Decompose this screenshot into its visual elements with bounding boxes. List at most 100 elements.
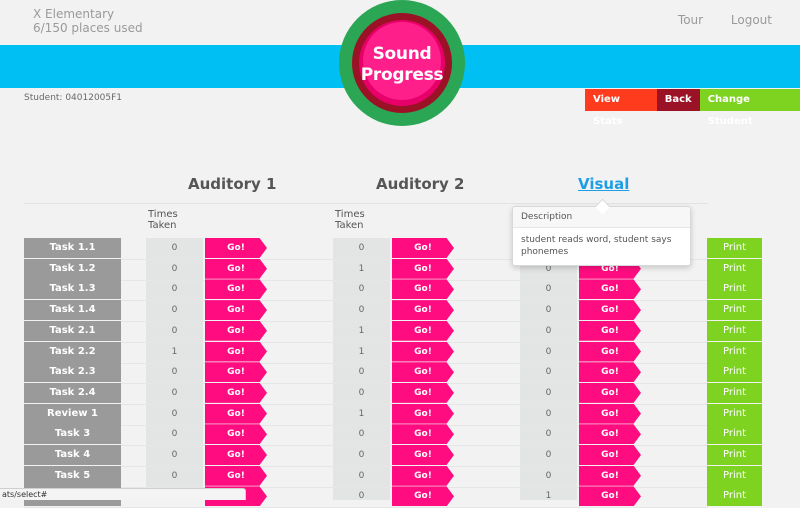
description-popover: Description student reads word, student … <box>512 198 691 266</box>
school-name: X Elementary <box>33 7 115 21</box>
go-button-visual[interactable]: Go! <box>579 382 641 403</box>
go-button-auditory1[interactable]: Go! <box>205 403 267 424</box>
go-button-visual[interactable]: Go! <box>579 486 641 507</box>
times-taken-auditory1: 0 <box>171 284 178 295</box>
tour-link[interactable]: Tour <box>678 13 703 27</box>
go-button-auditory1[interactable]: Go! <box>205 320 267 341</box>
action-buttons: View Stats Back Change Student <box>585 89 800 127</box>
go-button-visual[interactable]: Go! <box>579 445 641 465</box>
times-taken-visual: 0 <box>545 387 552 398</box>
go-button-auditory2[interactable]: Go! <box>392 238 454 258</box>
print-button[interactable]: Print <box>707 424 762 445</box>
times-taken-auditory2: 0 <box>358 450 365 460</box>
section-title-auditory2: Auditory 2 <box>376 175 465 193</box>
go-button-auditory2[interactable]: Go! <box>392 258 454 279</box>
section-title-auditory1: Auditory 1 <box>188 175 277 193</box>
times-taken-header-auditory2: Times Taken <box>335 209 365 231</box>
top-nav: Tour Logout <box>654 13 772 27</box>
task-button[interactable]: Task 1.3 <box>24 279 121 300</box>
view-stats-button[interactable]: View Stats <box>585 89 657 127</box>
go-button-auditory2[interactable]: Go! <box>392 445 454 465</box>
task-button[interactable]: Task 1.2 <box>24 258 121 279</box>
task-button[interactable]: Task 1.4 <box>24 300 121 321</box>
go-button-auditory1[interactable]: Go! <box>205 279 267 300</box>
go-button-auditory1[interactable]: Go! <box>205 258 267 279</box>
times-taken-auditory2: 1 <box>358 408 365 419</box>
times-taken-auditory1: 0 <box>171 243 178 253</box>
go-button-auditory2[interactable]: Go! <box>392 382 454 403</box>
go-button-auditory1[interactable]: Go! <box>205 445 267 465</box>
print-button[interactable]: Print <box>707 486 762 507</box>
go-button-auditory2[interactable]: Go! <box>392 300 454 321</box>
go-button-visual[interactable]: Go! <box>579 341 641 362</box>
table-row: Task 5 0 Go! 0 Go! 0 Go! Print <box>24 465 762 488</box>
print-button[interactable]: Print <box>707 258 762 279</box>
table-row: Task 2.2 1 Go! 1 Go! 0 Go! Print <box>24 341 762 364</box>
times-taken-auditory1: 0 <box>171 387 178 398</box>
go-button-auditory1[interactable]: Go! <box>205 424 267 445</box>
print-button[interactable]: Print <box>707 300 762 321</box>
task-button[interactable]: Task 5 <box>24 465 121 486</box>
print-button[interactable]: Print <box>707 403 762 424</box>
print-button[interactable]: Print <box>707 465 762 486</box>
go-button-visual[interactable]: Go! <box>579 362 641 383</box>
go-button-auditory2[interactable]: Go! <box>392 424 454 445</box>
times-taken-visual: 0 <box>545 305 552 316</box>
logout-link[interactable]: Logout <box>731 13 772 27</box>
go-button-auditory2[interactable]: Go! <box>392 403 454 424</box>
go-button-auditory1[interactable]: Go! <box>205 382 267 403</box>
task-button[interactable]: Task 1.1 <box>24 238 121 258</box>
task-button[interactable]: Task 3 <box>24 424 121 445</box>
task-button[interactable]: Task 2.4 <box>24 382 121 403</box>
change-student-button[interactable]: Change Student <box>699 89 800 127</box>
go-button-auditory2[interactable]: Go! <box>392 362 454 383</box>
logo-text-line1: Sound <box>372 44 432 64</box>
print-button[interactable]: Print <box>707 238 762 258</box>
times-taken-auditory1: 0 <box>171 429 178 440</box>
go-button-visual[interactable]: Go! <box>579 403 641 424</box>
print-button[interactable]: Print <box>707 320 762 341</box>
go-button-visual[interactable]: Go! <box>579 300 641 321</box>
go-button-auditory2[interactable]: Go! <box>392 320 454 341</box>
task-button[interactable]: Task 2.2 <box>24 341 121 362</box>
times-taken-auditory1: 0 <box>171 450 178 460</box>
go-button-auditory1[interactable]: Go! <box>205 465 267 486</box>
go-button-auditory1[interactable]: Go! <box>205 362 267 383</box>
task-button[interactable]: Task 4 <box>24 445 121 465</box>
times-taken-auditory1: 0 <box>171 367 178 378</box>
task-button[interactable]: Review 1 <box>24 403 121 424</box>
section-title-visual[interactable]: Visual <box>578 175 629 193</box>
go-button-auditory1[interactable]: Go! <box>205 300 267 321</box>
table-row: Task 3 0 Go! 0 Go! 0 Go! Print <box>24 424 762 447</box>
print-button[interactable]: Print <box>707 382 762 403</box>
table-row: Task 2.4 0 Go! 0 Go! 0 Go! Print <box>24 382 762 405</box>
print-button[interactable]: Print <box>707 362 762 383</box>
go-button-visual[interactable]: Go! <box>579 279 641 300</box>
print-button[interactable]: Print <box>707 279 762 300</box>
go-button-auditory1[interactable]: Go! <box>205 238 267 258</box>
times-taken-auditory1: 0 <box>171 325 178 336</box>
go-button-auditory2[interactable]: Go! <box>392 279 454 300</box>
go-button-auditory1[interactable]: Go! <box>205 341 267 362</box>
go-button-auditory2[interactable]: Go! <box>392 341 454 362</box>
task-button[interactable]: Task 2.1 <box>24 320 121 341</box>
print-button[interactable]: Print <box>707 445 762 465</box>
table-row: Task 1.4 0 Go! 0 Go! 0 Go! Print <box>24 300 762 323</box>
times-taken-visual: 0 <box>545 470 552 481</box>
sound-progress-logo[interactable]: Sound Progress <box>339 0 465 126</box>
go-button-visual[interactable]: Go! <box>579 465 641 486</box>
print-button[interactable]: Print <box>707 341 762 362</box>
go-button-auditory2[interactable]: Go! <box>392 465 454 486</box>
back-button[interactable]: Back <box>656 89 700 111</box>
times-taken-auditory2: 0 <box>358 387 365 398</box>
times-taken-visual: 0 <box>545 284 552 295</box>
go-button-visual[interactable]: Go! <box>579 320 641 341</box>
task-button[interactable]: Task 2.3 <box>24 362 121 383</box>
times-taken-auditory2: 0 <box>358 305 365 316</box>
times-taken-auditory1: 0 <box>171 263 178 274</box>
go-button-visual[interactable]: Go! <box>579 424 641 445</box>
times-taken-auditory1: 1 <box>171 346 178 357</box>
times-taken-visual: 1 <box>545 491 552 502</box>
times-taken-visual: 0 <box>545 450 552 460</box>
go-button-auditory2[interactable]: Go! <box>392 486 454 507</box>
